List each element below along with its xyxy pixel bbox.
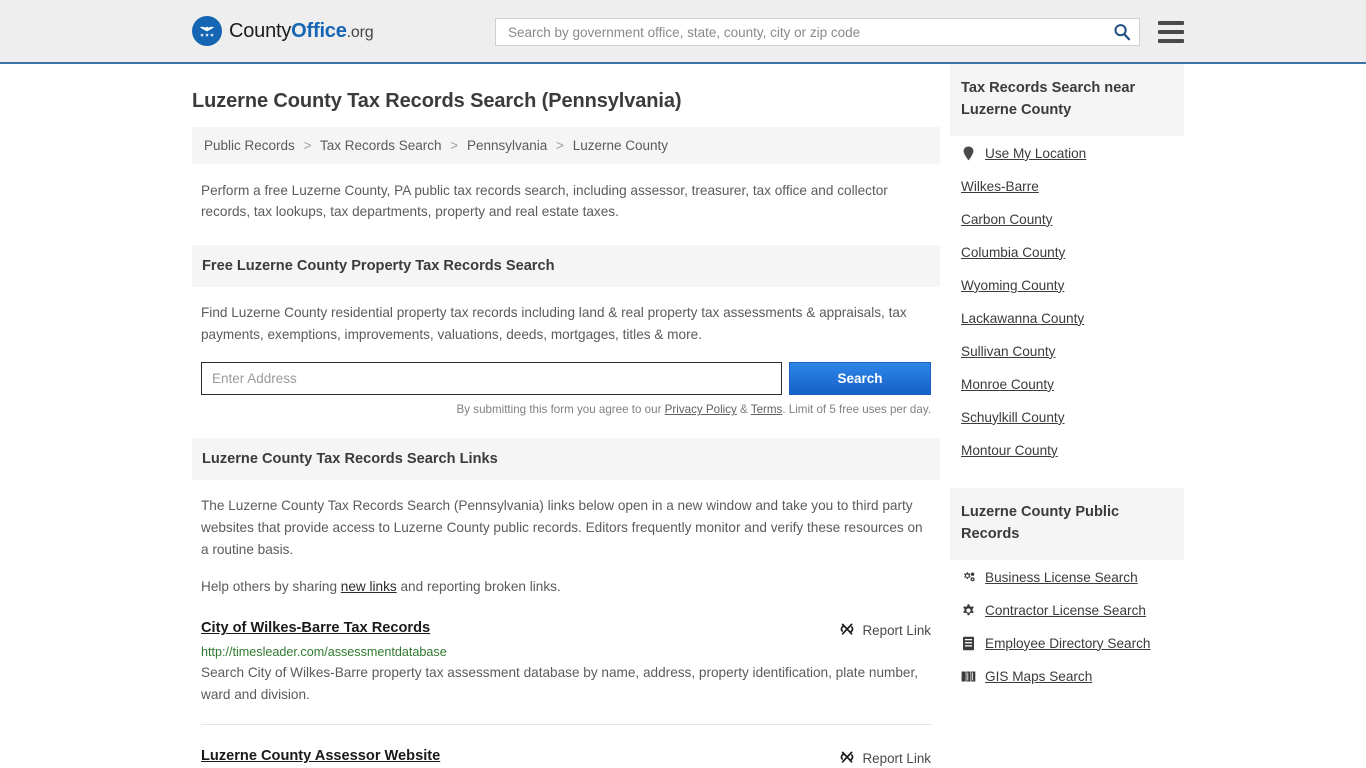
link-description: Search City of Wilkes-Barre property tax… bbox=[201, 665, 919, 703]
link-title[interactable]: City of Wilkes-Barre Tax Records bbox=[201, 620, 430, 636]
sidebar-item-label[interactable]: Use My Location bbox=[985, 146, 1086, 161]
link-entry-top: Luzerne County Assessor Website Report L… bbox=[201, 748, 931, 768]
help-pre: Help others by sharing bbox=[201, 578, 341, 594]
main-content: Luzerne County Tax Records Search (Penns… bbox=[192, 64, 940, 768]
global-search-box[interactable] bbox=[495, 18, 1140, 46]
sidebar-item-label[interactable]: GIS Maps Search bbox=[985, 669, 1092, 684]
sidebar: Tax Records Search near Luzerne County U… bbox=[950, 64, 1184, 768]
address-search-form: Search bbox=[201, 362, 931, 396]
page-title: Luzerne County Tax Records Search (Penns… bbox=[192, 90, 682, 112]
address-input[interactable] bbox=[201, 362, 782, 396]
sidebar-item-label[interactable]: Columbia County bbox=[961, 245, 1065, 260]
links-section-description: The Luzerne County Tax Records Search (P… bbox=[201, 498, 923, 557]
sidebar-item-label[interactable]: Monroe County bbox=[961, 377, 1054, 392]
book-icon bbox=[961, 636, 976, 651]
link-title[interactable]: Luzerne County Assessor Website bbox=[201, 748, 440, 764]
fineprint-post: . Limit of 5 free uses per day. bbox=[782, 403, 931, 417]
link-entry: Luzerne County Assessor Website Report L… bbox=[201, 748, 931, 768]
link-entry-top: City of Wilkes-Barre Tax Records Report … bbox=[201, 620, 931, 640]
hamburger-menu-icon[interactable] bbox=[1158, 21, 1184, 43]
sidebar-item-label[interactable]: Schuylkill County bbox=[961, 410, 1065, 425]
burger-bar-3 bbox=[1158, 39, 1184, 43]
sidebar-item-label[interactable]: Montour County bbox=[961, 443, 1058, 458]
sidebar-item-lackawanna-county[interactable]: Lackawanna County bbox=[961, 301, 1173, 334]
header-search-zone bbox=[495, 18, 1184, 46]
sidebar-nearby-list: Use My Location Wilkes-Barre Carbon Coun… bbox=[950, 136, 1184, 466]
sidebar-nearby-heading: Tax Records Search near Luzerne County bbox=[950, 64, 1184, 136]
new-links-link[interactable]: new links bbox=[341, 579, 397, 594]
gear-icon bbox=[961, 603, 976, 618]
link-entry: City of Wilkes-Barre Tax Records Report … bbox=[201, 620, 931, 706]
sidebar-item-carbon-county[interactable]: Carbon County bbox=[961, 202, 1173, 235]
links-section-heading: Luzerne County Tax Records Search Links bbox=[192, 438, 940, 481]
form-fineprint: By submitting this form you agree to our… bbox=[201, 403, 931, 416]
breadcrumb: Public Records > Tax Records Search > Pe… bbox=[192, 127, 940, 164]
sidebar-item-schuylkill-county[interactable]: Schuylkill County bbox=[961, 400, 1173, 433]
sidebar-item-contractor-license-search[interactable]: Contractor License Search bbox=[961, 593, 1173, 626]
terms-link[interactable]: Terms bbox=[751, 403, 783, 416]
sidebar-item-employee-directory-search[interactable]: Employee Directory Search bbox=[961, 626, 1173, 659]
eagle-seal-icon bbox=[192, 16, 222, 46]
sidebar-item-label[interactable]: Business License Search bbox=[985, 570, 1138, 585]
breadcrumb-item-2[interactable]: Pennsylvania bbox=[467, 138, 547, 153]
map-icon bbox=[961, 669, 976, 684]
report-link-button[interactable]: Report Link bbox=[839, 620, 931, 640]
sidebar-item-label[interactable]: Wyoming County bbox=[961, 278, 1064, 293]
entry-divider bbox=[201, 724, 931, 726]
fineprint-pre: By submitting this form you agree to our bbox=[456, 403, 665, 417]
logo-text-county: County bbox=[229, 19, 292, 42]
page-body: Luzerne County Tax Records Search (Penns… bbox=[0, 64, 1366, 768]
breadcrumb-item-0[interactable]: Public Records bbox=[204, 138, 295, 153]
site-header: CountyOffice.org bbox=[0, 0, 1366, 64]
report-link-button[interactable]: Report Link bbox=[839, 748, 931, 768]
breadcrumb-separator-1: > bbox=[450, 138, 459, 153]
sidebar-item-label[interactable]: Contractor License Search bbox=[985, 603, 1146, 618]
sidebar-public-records-heading: Luzerne County Public Records bbox=[950, 487, 1184, 560]
sidebar-item-wyoming-county[interactable]: Wyoming County bbox=[961, 268, 1173, 301]
help-post: and reporting broken links. bbox=[396, 578, 561, 594]
fineprint-amp: & bbox=[736, 403, 751, 417]
sidebar-item-wilkes-barre[interactable]: Wilkes-Barre bbox=[961, 169, 1173, 202]
sidebar-public-records-list: Business License Search Contractor Licen… bbox=[950, 560, 1184, 692]
report-link-label: Report Link bbox=[862, 751, 931, 767]
site-logo[interactable]: CountyOffice.org bbox=[192, 16, 374, 46]
breadcrumb-separator-0: > bbox=[303, 138, 312, 153]
sidebar-item-label[interactable]: Sullivan County bbox=[961, 344, 1055, 359]
broken-link-icon bbox=[839, 749, 855, 768]
sidebar-item-gis-maps-search[interactable]: GIS Maps Search bbox=[961, 659, 1173, 692]
sidebar-item-sullivan-county[interactable]: Sullivan County bbox=[961, 334, 1173, 367]
sidebar-item-montour-county[interactable]: Montour County bbox=[961, 433, 1173, 466]
report-link-label: Report Link bbox=[862, 623, 931, 639]
logo-text-office: Office bbox=[291, 19, 347, 42]
intro-paragraph: Perform a free Luzerne County, PA public… bbox=[201, 183, 888, 220]
map-pin-icon bbox=[961, 146, 976, 161]
privacy-policy-link[interactable]: Privacy Policy bbox=[665, 403, 737, 416]
logo-text-org: .org bbox=[346, 23, 374, 41]
sidebar-item-label[interactable]: Lackawanna County bbox=[961, 311, 1084, 326]
sidebar-item-label[interactable]: Wilkes-Barre bbox=[961, 179, 1039, 194]
sidebar-item-monroe-county[interactable]: Monroe County bbox=[961, 367, 1173, 400]
sidebar-item-use-my-location[interactable]: Use My Location bbox=[961, 136, 1173, 169]
sidebar-item-label[interactable]: Carbon County bbox=[961, 212, 1052, 227]
breadcrumb-item-1[interactable]: Tax Records Search bbox=[320, 138, 442, 153]
search-icon[interactable] bbox=[1113, 23, 1131, 41]
search-input[interactable] bbox=[506, 19, 1113, 45]
burger-bar-2 bbox=[1158, 30, 1184, 34]
address-search-button[interactable]: Search bbox=[789, 362, 931, 396]
logo-text: CountyOffice.org bbox=[229, 19, 374, 43]
cogs-icon bbox=[961, 570, 976, 585]
broken-link-icon bbox=[839, 621, 855, 640]
link-url: http://timesleader.com/assessmentdatabas… bbox=[201, 645, 447, 660]
sidebar-item-label[interactable]: Employee Directory Search bbox=[985, 636, 1150, 651]
breadcrumb-item-3[interactable]: Luzerne County bbox=[573, 138, 668, 153]
links-help-line: Help others by sharing new links and rep… bbox=[201, 576, 931, 598]
property-search-description: Find Luzerne County residential property… bbox=[201, 304, 907, 342]
sidebar-item-business-license-search[interactable]: Business License Search bbox=[961, 560, 1173, 593]
breadcrumb-separator-2: > bbox=[556, 138, 564, 153]
property-search-heading: Free Luzerne County Property Tax Records… bbox=[192, 244, 940, 287]
sidebar-item-columbia-county[interactable]: Columbia County bbox=[961, 235, 1173, 268]
burger-bar-1 bbox=[1158, 21, 1184, 25]
